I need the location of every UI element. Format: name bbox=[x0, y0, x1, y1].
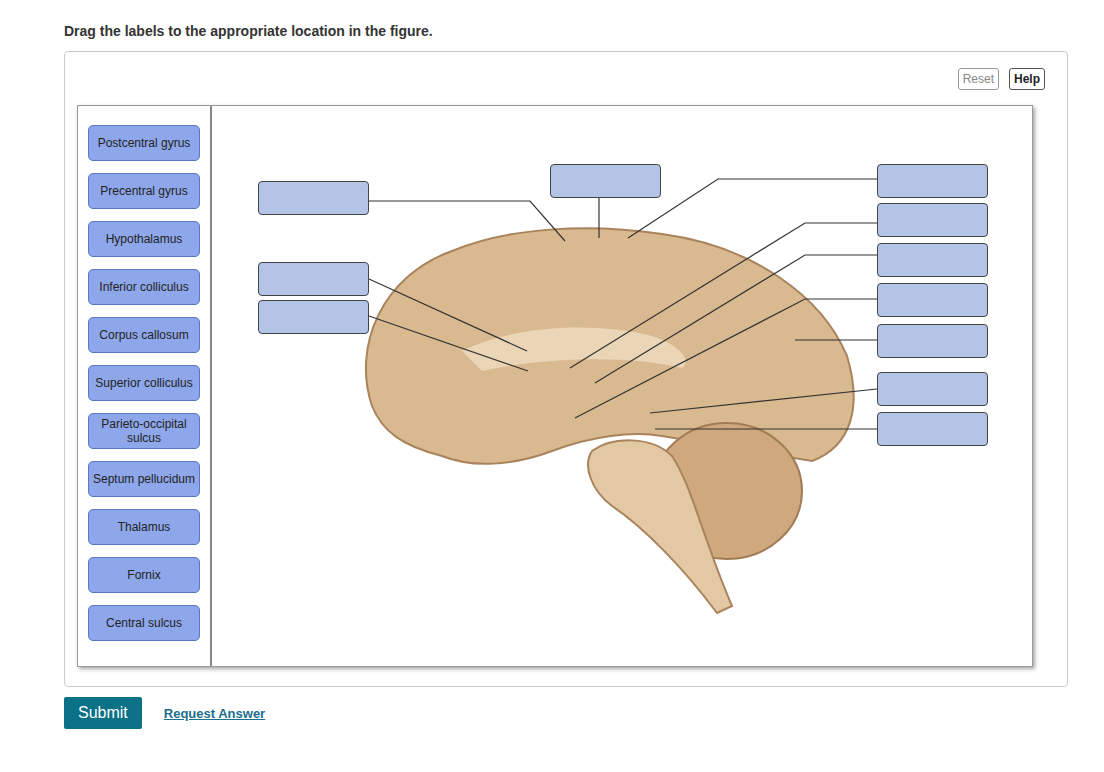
drag-label[interactable]: Inferior colliculus bbox=[88, 269, 200, 305]
page: Drag the labels to the appropriate locat… bbox=[0, 0, 1040, 729]
drag-label[interactable]: Corpus callosum bbox=[88, 317, 200, 353]
instruction: Drag the labels to the appropriate locat… bbox=[64, 23, 1040, 39]
labeling-frame: Postcentral gyrus Precentral gyrus Hypotha… bbox=[77, 105, 1033, 667]
footer: Submit Request Answer bbox=[64, 697, 1040, 729]
drag-label[interactable]: Central sulcus bbox=[88, 605, 200, 641]
drop-target[interactable] bbox=[258, 300, 369, 334]
drop-target[interactable] bbox=[258, 181, 369, 215]
activity-panel: Reset Help Postcentral gyrus Precentral gyr… bbox=[64, 51, 1068, 687]
label-bank: Postcentral gyrus Precentral gyrus Hypotha… bbox=[78, 106, 212, 666]
drop-target[interactable] bbox=[877, 243, 988, 277]
toolbar-button[interactable]: Help bbox=[1009, 68, 1045, 90]
drag-label[interactable]: Hypothalamus bbox=[88, 221, 200, 257]
toolbar: Reset Help bbox=[65, 52, 1067, 90]
drag-label[interactable]: Superior colliculus bbox=[88, 365, 200, 401]
drag-label[interactable]: Postcentral gyrus bbox=[88, 125, 200, 161]
drop-target[interactable] bbox=[258, 262, 369, 296]
drop-target[interactable] bbox=[877, 324, 988, 358]
drag-label[interactable]: Parieto-occipital sulcus bbox=[88, 413, 200, 449]
drop-target[interactable] bbox=[550, 164, 661, 198]
drop-target[interactable] bbox=[877, 372, 988, 406]
drag-label[interactable]: Fornix bbox=[88, 557, 200, 593]
drop-target[interactable] bbox=[877, 164, 988, 198]
drop-target[interactable] bbox=[877, 412, 988, 446]
drop-target[interactable] bbox=[877, 203, 988, 237]
request-answer-link[interactable]: Request Answer bbox=[164, 706, 265, 721]
drag-label[interactable]: Precentral gyrus bbox=[88, 173, 200, 209]
submit-button[interactable]: Submit bbox=[64, 697, 142, 729]
drag-label[interactable]: Septum pellucidum bbox=[88, 461, 200, 497]
drop-target[interactable] bbox=[877, 283, 988, 317]
drag-label[interactable]: Thalamus bbox=[88, 509, 200, 545]
toolbar-button[interactable]: Reset bbox=[958, 68, 999, 90]
figure-canvas bbox=[212, 106, 1032, 666]
